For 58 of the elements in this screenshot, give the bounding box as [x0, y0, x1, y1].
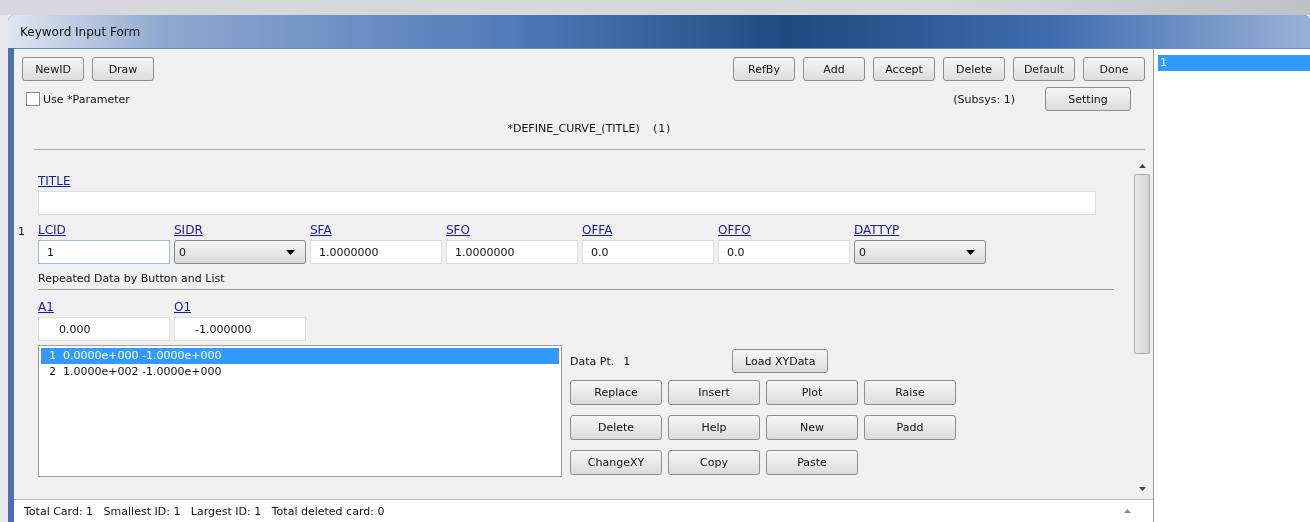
input-field[interactable]: 1: [38, 240, 170, 264]
list-row[interactable]: 2 1.0000e+002 -1.0000e+000: [41, 364, 559, 380]
toolbar-button[interactable]: Draw: [92, 57, 154, 81]
field-link[interactable]: TITLE: [38, 174, 71, 188]
list-action-button[interactable]: Paste: [766, 450, 858, 475]
scroll-down-icon[interactable]: [1138, 487, 1146, 491]
title-input[interactable]: [38, 191, 1096, 215]
checkbox-label: Use *Parameter: [43, 92, 130, 106]
field-link[interactable]: O1: [174, 300, 308, 314]
toolbar-button[interactable]: Delete: [943, 57, 1005, 81]
input-field[interactable]: 0.0: [582, 240, 714, 264]
list-action-button[interactable]: Help: [668, 415, 760, 440]
input-field[interactable]: 0.0: [718, 240, 850, 264]
input-field[interactable]: 1.0000000: [310, 240, 442, 264]
list-action-button[interactable]: New: [766, 415, 858, 440]
list-action-button[interactable]: Padd: [864, 415, 956, 440]
keyword-count: (1): [651, 121, 672, 135]
data-point-label: Data Pt.: [570, 354, 615, 368]
field-link[interactable]: SIDR: [174, 223, 308, 237]
checkbox[interactable]: [26, 92, 40, 106]
toolbar-button[interactable]: Add: [803, 57, 865, 81]
dropdown[interactable]: 0: [174, 240, 306, 264]
list-action-button[interactable]: Delete: [570, 415, 662, 440]
section-heading: Repeated Data by Button and List: [38, 272, 1114, 290]
toolbar-button[interactable]: Accept: [873, 57, 935, 81]
list-action-button[interactable]: Insert: [668, 380, 760, 405]
input-field[interactable]: 1.0000000: [446, 240, 578, 264]
window-title: Keyword Input Form: [20, 24, 141, 39]
toolbar-button[interactable]: RefBy: [733, 57, 795, 81]
subsys-label: (Subsys: 1): [953, 92, 1015, 106]
list-action-button[interactable]: Copy: [668, 450, 760, 475]
list-action-button[interactable]: Replace: [570, 380, 662, 405]
field-link[interactable]: A1: [38, 300, 172, 314]
list-action-button[interactable]: Plot: [766, 380, 858, 405]
caret-icon: [286, 250, 295, 255]
field-link[interactable]: OFFA: [582, 223, 716, 237]
scroll-up-icon[interactable]: [1138, 164, 1146, 168]
dropdown[interactable]: 0: [854, 240, 986, 264]
toolbar-button[interactable]: Default: [1013, 57, 1075, 81]
field-link[interactable]: LCID: [38, 223, 172, 237]
input-field[interactable]: -1.000000: [174, 317, 306, 341]
toolbar-button[interactable]: Done: [1083, 57, 1145, 81]
caret-icon: [966, 250, 975, 255]
input-field[interactable]: 0.000: [38, 317, 170, 341]
field-link[interactable]: SFA: [310, 223, 444, 237]
keyword-name: *DEFINE_CURVE_(TITLE): [507, 121, 640, 135]
toolbar-button[interactable]: NewID: [22, 57, 84, 81]
card-number: 1: [18, 224, 26, 239]
status-text: Total Card: 1 Smallest ID: 1 Largest ID: 1 Total deleted card: 0: [24, 504, 385, 518]
list-action-button[interactable]: ChangeXY: [570, 450, 662, 475]
setting-button[interactable]: Setting: [1045, 87, 1131, 111]
field-link[interactable]: SFO: [446, 223, 580, 237]
data-point-value: 1: [623, 354, 631, 368]
list-action-button[interactable]: Raise: [864, 380, 956, 405]
load-button[interactable]: Load XYData: [732, 349, 829, 373]
field-link[interactable]: DATTYP: [854, 223, 988, 237]
field-link[interactable]: OFFO: [718, 223, 852, 237]
scroll-thumb[interactable]: [1134, 174, 1150, 354]
